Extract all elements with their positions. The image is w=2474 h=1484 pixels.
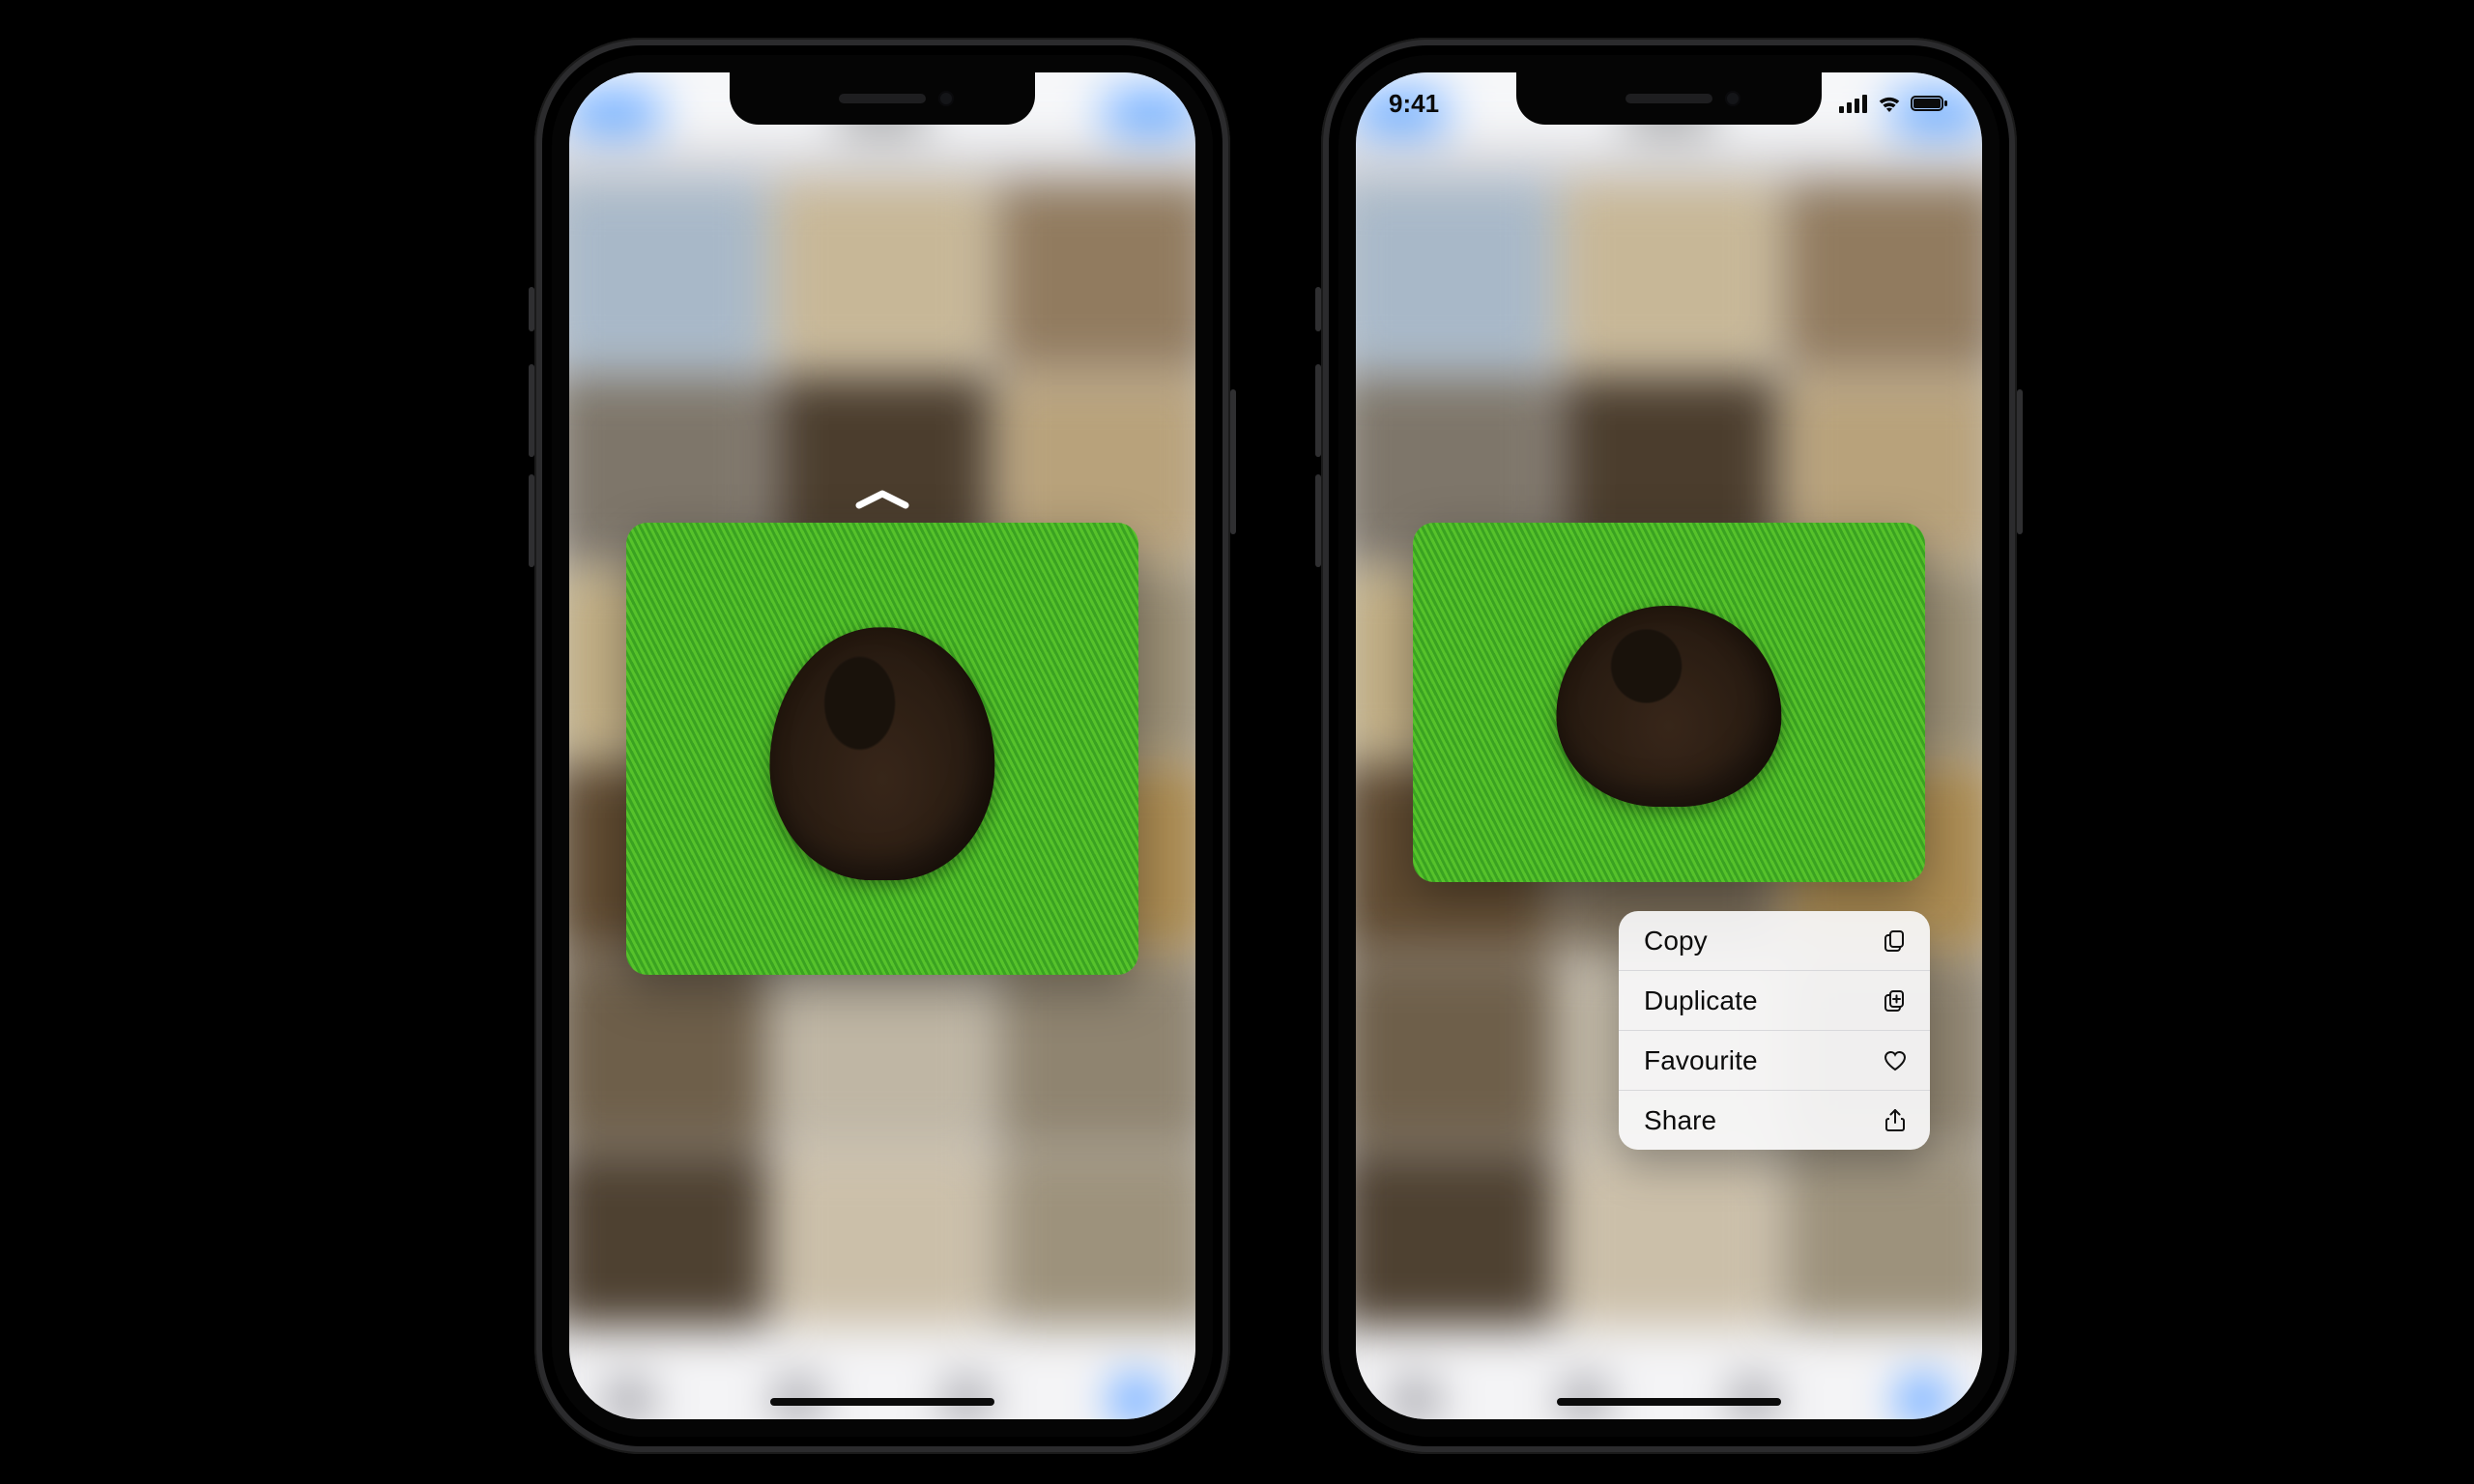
chevron-up-icon — [855, 488, 909, 509]
photo-preview[interactable] — [1413, 523, 1925, 882]
phone-screen-right: 9:41 — [1356, 72, 1982, 1419]
photo-preview[interactable] — [626, 523, 1138, 975]
menu-item-label: Copy — [1644, 926, 1708, 956]
context-menu: Copy Duplicate — [1619, 911, 1930, 1150]
menu-item-favourite[interactable]: Favourite — [1619, 1030, 1930, 1090]
volume-up-button — [1315, 364, 1321, 457]
menu-item-share[interactable]: Share — [1619, 1090, 1930, 1150]
menu-item-label: Favourite — [1644, 1045, 1758, 1076]
phone-frame-right: 9:41 — [1321, 38, 2017, 1454]
power-button — [2017, 389, 2023, 534]
copy-icon — [1880, 928, 1909, 955]
menu-item-copy[interactable]: Copy — [1619, 911, 1930, 970]
phone-screen-left — [569, 72, 1195, 1419]
home-indicator[interactable] — [1557, 1398, 1781, 1406]
decorative-bar — [0, 750, 128, 794]
phone-frame-left — [534, 38, 1230, 1454]
share-icon — [1880, 1107, 1909, 1134]
duplicate-icon — [1880, 987, 1909, 1014]
volume-down-button — [529, 474, 534, 567]
wifi-icon — [1876, 94, 1903, 113]
menu-item-duplicate[interactable]: Duplicate — [1619, 970, 1930, 1030]
volume-down-button — [1315, 474, 1321, 567]
status-time: 9:41 — [1389, 89, 1439, 119]
battery-icon — [1911, 94, 1949, 113]
mute-switch — [1315, 287, 1321, 331]
volume-up-button — [529, 364, 534, 457]
mute-switch — [529, 287, 534, 331]
menu-item-label: Duplicate — [1644, 985, 1758, 1016]
home-indicator[interactable] — [770, 1398, 994, 1406]
menu-item-label: Share — [1644, 1105, 1716, 1136]
cellular-signal-icon — [1839, 94, 1868, 113]
power-button — [1230, 389, 1236, 534]
notch — [730, 72, 1035, 125]
decorative-bar — [0, 694, 128, 738]
status-bar: 9:41 — [1356, 86, 1982, 121]
heart-icon — [1880, 1047, 1909, 1074]
